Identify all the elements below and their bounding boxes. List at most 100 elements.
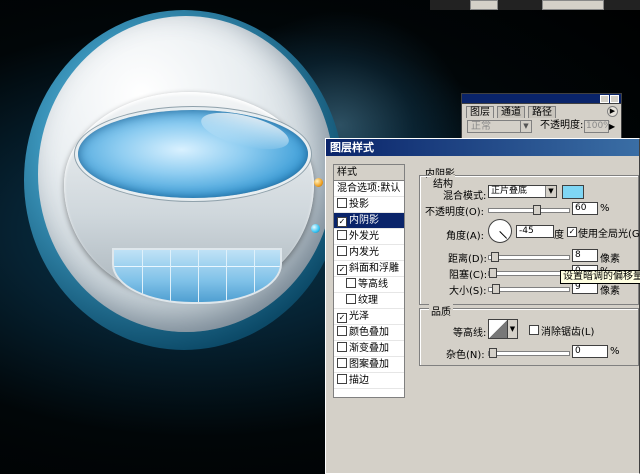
choke-slider[interactable]	[488, 268, 570, 278]
contour-label: 等高线:	[453, 328, 487, 339]
size-slider[interactable]	[488, 284, 570, 294]
style-item-label: 混合选项:默认	[337, 183, 401, 194]
style-item-checkbox[interactable]	[337, 326, 347, 336]
top-toolbar-strip	[430, 0, 640, 10]
opacity-unit: %	[600, 203, 610, 214]
noise-label: 杂色(N):	[446, 350, 485, 361]
size-unit: 像素	[600, 286, 620, 297]
tab-paths[interactable]: 路径	[528, 106, 556, 118]
angle-dial[interactable]	[488, 219, 512, 243]
panel-menu-icon[interactable]: ▶	[607, 106, 618, 117]
style-item[interactable]: 外发光	[334, 229, 404, 245]
style-item-checkbox[interactable]: ✓	[337, 313, 347, 323]
chevron-down-icon: ▼	[545, 186, 556, 197]
distance-slider[interactable]	[488, 252, 570, 262]
style-item[interactable]: 图案叠加	[334, 357, 404, 373]
noise-slider[interactable]	[488, 348, 570, 358]
noise-field[interactable]: 0	[572, 345, 608, 358]
style-item-checkbox[interactable]: ✓	[337, 265, 347, 275]
layer-opacity-label: 不透明度:	[540, 120, 584, 131]
inner-shadow-settings: 内阴影 结构 混合模式: 正片叠底 ▼ 不透明度(O): 60 % 角度(A):…	[411, 164, 640, 474]
style-item-checkbox[interactable]: ✓	[337, 217, 347, 227]
style-item-checkbox[interactable]	[337, 374, 347, 384]
global-light-checkbox[interactable]: ✓	[567, 227, 577, 237]
style-item-label: 内阴影	[349, 215, 379, 226]
opacity-slider-thumb[interactable]	[533, 205, 541, 215]
opacity-field[interactable]: 60	[572, 202, 598, 215]
layer-opacity-field[interactable]: 100%	[584, 120, 612, 133]
quality-title: 品质	[429, 303, 453, 318]
size-label: 大小(S):	[449, 286, 487, 297]
styles-list-header[interactable]: 样式	[334, 165, 404, 181]
blend-mode-label: 混合模式:	[443, 191, 487, 202]
device-screen-artwork	[78, 110, 308, 198]
distance-unit: 像素	[600, 254, 620, 265]
distance-field[interactable]: 8	[572, 249, 598, 262]
layer-blend-mode-select[interactable]: 正常 ▼	[467, 120, 532, 133]
dialog-title[interactable]: 图层样式	[326, 139, 639, 156]
style-item[interactable]: 投影	[334, 197, 404, 213]
toolbar-button[interactable]	[542, 0, 604, 10]
style-item[interactable]: 混合选项:默认	[334, 181, 404, 197]
choke-label: 阻塞(C):	[449, 270, 488, 281]
noise-slider-thumb[interactable]	[489, 348, 497, 358]
minimize-icon[interactable]	[600, 95, 609, 103]
opacity-slider[interactable]	[488, 205, 570, 215]
style-item-checkbox[interactable]	[337, 198, 347, 208]
orange-indicator-light	[314, 178, 323, 187]
blend-mode-select[interactable]: 正片叠底 ▼	[488, 185, 557, 198]
style-item-label: 颜色叠加	[349, 327, 389, 338]
style-item-checkbox[interactable]	[346, 278, 356, 288]
tab-layers[interactable]: 图层	[466, 106, 494, 118]
blend-mode-value: 正片叠底	[491, 186, 528, 196]
style-item-checkbox[interactable]	[337, 358, 347, 368]
style-item-label: 纹理	[358, 295, 378, 306]
layers-panel-titlebar[interactable]	[462, 94, 621, 104]
style-item-label: 图案叠加	[349, 359, 389, 370]
style-item[interactable]: 颜色叠加	[334, 325, 404, 341]
style-item[interactable]: 内发光	[334, 245, 404, 261]
style-item[interactable]: 描边	[334, 373, 404, 389]
style-item-checkbox[interactable]	[337, 246, 347, 256]
distance-slider-thumb[interactable]	[491, 252, 499, 262]
style-item[interactable]: ✓ 内阴影	[334, 213, 404, 229]
opacity-label: 不透明度(O):	[425, 207, 485, 218]
distance-tooltip: 设置暗调的偏移量	[560, 270, 640, 284]
close-icon[interactable]	[610, 95, 619, 103]
triangle-right-icon[interactable]: ▶	[609, 122, 615, 131]
layer-style-dialog: 图层样式 样式 混合选项:默认 投影 ✓ 内阴影 外发光 内发光 ✓ 斜面和浮雕 等高线 纹理 ✓ 光…	[325, 138, 640, 474]
style-item[interactable]: 纹理	[334, 293, 404, 309]
noise-unit: %	[610, 346, 620, 357]
size-slider-thumb[interactable]	[492, 284, 500, 294]
style-item-label: 等高线	[358, 279, 388, 290]
style-item-checkbox[interactable]	[337, 342, 347, 352]
tab-channels[interactable]: 通道	[497, 106, 525, 118]
style-item[interactable]: ✓ 光泽	[334, 309, 404, 325]
layer-blend-mode-value: 正常	[471, 121, 491, 132]
distance-label: 距离(D):	[448, 254, 487, 265]
style-item[interactable]: ✓ 斜面和浮雕	[334, 261, 404, 277]
style-item-checkbox[interactable]	[337, 230, 347, 240]
style-item-label: 外发光	[349, 231, 379, 242]
angle-unit: 度	[554, 230, 564, 241]
style-item-checkbox[interactable]	[346, 294, 356, 304]
style-item[interactable]: 等高线	[334, 277, 404, 293]
style-item-label: 斜面和浮雕	[349, 263, 399, 274]
anti-alias-label: 消除锯齿(L)	[541, 327, 595, 338]
contour-preview[interactable]	[488, 319, 508, 339]
toolbar-button[interactable]	[470, 0, 498, 10]
global-light-label: 使用全局光(G)	[578, 229, 640, 240]
chevron-down-icon: ▼	[520, 121, 531, 132]
anti-alias-checkbox[interactable]	[529, 325, 539, 335]
blue-indicator-light	[311, 224, 320, 233]
angle-field[interactable]: -45	[516, 225, 554, 238]
style-item-label: 光泽	[349, 311, 369, 322]
style-item[interactable]: 渐变叠加	[334, 341, 404, 357]
chevron-down-icon[interactable]: ▼	[507, 319, 518, 339]
choke-slider-thumb[interactable]	[489, 268, 497, 278]
angle-label: 角度(A):	[446, 231, 485, 242]
style-item-label: 渐变叠加	[349, 343, 389, 354]
shadow-color-swatch[interactable]	[562, 185, 584, 199]
style-item-label: 内发光	[349, 247, 379, 258]
styles-list: 样式 混合选项:默认 投影 ✓ 内阴影 外发光 内发光 ✓ 斜面和浮雕 等高线 纹理 ✓ 光泽 颜色叠加…	[333, 164, 405, 398]
